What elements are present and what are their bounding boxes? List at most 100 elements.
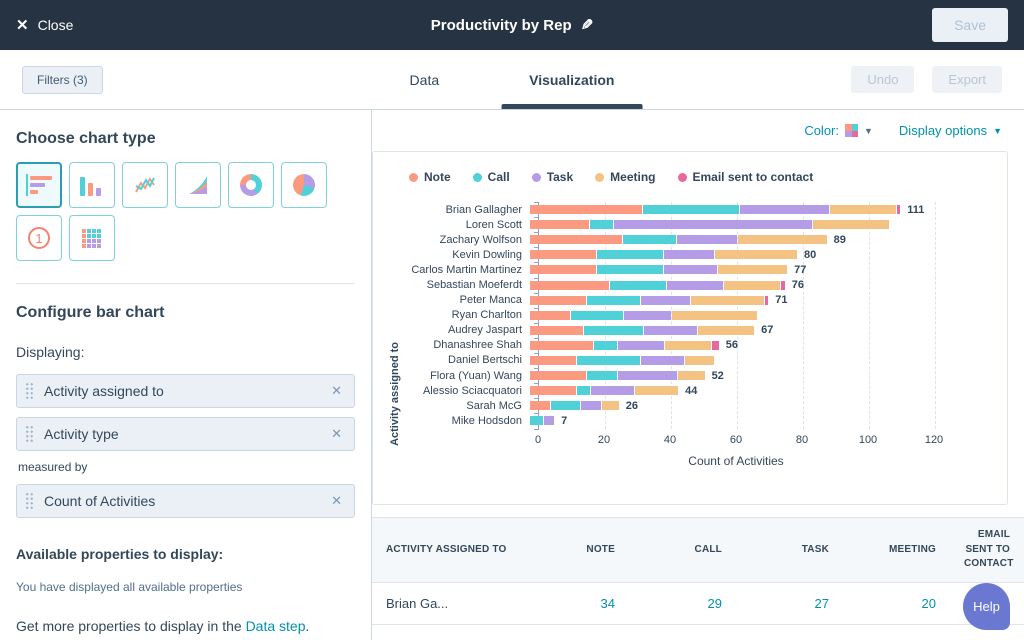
bar-segment-note[interactable]	[530, 386, 576, 395]
bar-segment-meeting[interactable]	[672, 311, 758, 320]
edit-pencil-icon[interactable]: ✎	[581, 16, 594, 34]
stacked-bar[interactable]	[530, 265, 787, 274]
stacked-bar[interactable]	[530, 250, 797, 259]
bar-segment-email-sent-to-contact[interactable]	[712, 341, 719, 350]
bar-segment-meeting[interactable]	[678, 371, 704, 380]
bar-segment-call[interactable]	[623, 235, 676, 244]
save-button[interactable]: Save	[932, 8, 1008, 42]
stacked-bar[interactable]	[530, 311, 757, 320]
bar-segment-email-sent-to-contact[interactable]	[781, 281, 784, 290]
chart-type-line[interactable]	[122, 162, 168, 208]
chart-type-pivot-table[interactable]	[69, 215, 115, 261]
close-button[interactable]: ✕ Close	[16, 16, 73, 34]
bar-segment-note[interactable]	[530, 250, 596, 259]
bar-segment-meeting[interactable]	[685, 356, 715, 365]
bar-segment-task[interactable]	[740, 205, 829, 214]
table-column-header[interactable]: Task	[736, 518, 843, 583]
remove-field-icon[interactable]: ✕	[331, 426, 342, 442]
field-count-of-activities[interactable]: Count of Activities ✕	[16, 484, 355, 518]
bar-segment-meeting[interactable]	[635, 386, 678, 395]
bar-segment-task[interactable]	[644, 326, 697, 335]
bar-segment-task[interactable]	[641, 356, 684, 365]
bar-segment-task[interactable]	[618, 341, 664, 350]
remove-field-icon[interactable]: ✕	[331, 493, 342, 509]
stacked-bar[interactable]	[530, 296, 768, 305]
table-column-header[interactable]: Call	[629, 518, 736, 583]
table-column-header[interactable]: Note	[522, 518, 629, 583]
legend-item[interactable]: Meeting	[595, 170, 655, 184]
bar-segment-call[interactable]	[597, 265, 663, 274]
help-button[interactable]: Help	[963, 583, 1010, 630]
bar-segment-email-sent-to-contact[interactable]	[765, 296, 768, 305]
bar-segment-task[interactable]	[664, 250, 714, 259]
bar-segment-note[interactable]	[530, 311, 570, 320]
drag-handle-icon[interactable]	[25, 492, 34, 510]
stacked-bar[interactable]	[530, 326, 754, 335]
bar-segment-call[interactable]	[590, 220, 613, 229]
table-cell-value[interactable]: 18	[522, 624, 629, 640]
bar-segment-call[interactable]	[587, 371, 617, 380]
bar-segment-meeting[interactable]	[830, 205, 896, 214]
table-cell-value[interactable]: 34	[522, 582, 629, 624]
bar-segment-note[interactable]	[530, 401, 550, 410]
bar-segment-task[interactable]	[677, 235, 736, 244]
stacked-bar[interactable]	[530, 401, 619, 410]
bar-segment-call[interactable]	[577, 356, 640, 365]
stacked-bar[interactable]	[530, 356, 714, 365]
drag-handle-icon[interactable]	[25, 382, 34, 400]
bar-segment-meeting[interactable]	[602, 401, 619, 410]
stacked-bar[interactable]	[530, 220, 889, 229]
table-column-header[interactable]: Email sent to contact	[950, 518, 1024, 583]
bar-segment-note[interactable]	[530, 371, 586, 380]
stacked-bar[interactable]	[530, 341, 719, 350]
bar-segment-task[interactable]	[667, 281, 723, 290]
bar-segment-note[interactable]	[530, 265, 596, 274]
bar-segment-meeting[interactable]	[698, 326, 754, 335]
table-cell-value[interactable]: 7	[629, 624, 736, 640]
export-button[interactable]: Export	[932, 66, 1002, 93]
table-column-header[interactable]: Activity assigned to	[372, 518, 522, 583]
bar-segment-meeting[interactable]	[715, 250, 798, 259]
bar-segment-call[interactable]	[597, 250, 663, 259]
bar-segment-note[interactable]	[530, 296, 586, 305]
bar-segment-task[interactable]	[614, 220, 812, 229]
bar-segment-task[interactable]	[581, 401, 601, 410]
bar-segment-meeting[interactable]	[691, 296, 764, 305]
chart-type-donut[interactable]	[228, 162, 274, 208]
chart-type-horizontal-bar[interactable]	[16, 162, 62, 208]
color-dropdown[interactable]: Color: ▼	[804, 123, 873, 138]
drag-handle-icon[interactable]	[25, 425, 34, 443]
bar-segment-call[interactable]	[577, 386, 590, 395]
table-cell-value[interactable]: 60	[736, 624, 843, 640]
legend-item[interactable]: Email sent to contact	[678, 170, 814, 184]
table-cell-value[interactable]: 20	[843, 582, 950, 624]
chart-type-vertical-bar[interactable]	[69, 162, 115, 208]
bar-segment-note[interactable]	[530, 281, 609, 290]
bar-segment-meeting[interactable]	[724, 281, 780, 290]
tab-visualization[interactable]: Visualization	[501, 50, 642, 109]
chart-type-area[interactable]	[175, 162, 221, 208]
field-activity-type[interactable]: Activity type ✕	[16, 417, 355, 451]
bar-segment-task[interactable]	[624, 311, 670, 320]
tab-data[interactable]: Data	[382, 50, 468, 109]
table-cell-value[interactable]: 27	[736, 582, 843, 624]
undo-button[interactable]: Undo	[851, 66, 914, 93]
bar-segment-task[interactable]	[664, 265, 717, 274]
bar-segment-call[interactable]	[584, 326, 643, 335]
bar-segment-call[interactable]	[571, 311, 624, 320]
stacked-bar[interactable]	[530, 281, 785, 290]
bar-segment-call[interactable]	[530, 416, 543, 425]
bar-segment-meeting[interactable]	[813, 220, 889, 229]
table-cell-value[interactable]: 23	[843, 624, 950, 640]
table-column-header[interactable]: Meeting	[843, 518, 950, 583]
bar-segment-email-sent-to-contact[interactable]	[897, 205, 900, 214]
chart-type-single-number[interactable]: 1	[16, 215, 62, 261]
bar-segment-task[interactable]	[544, 416, 554, 425]
field-activity-assigned-to[interactable]: Activity assigned to ✕	[16, 374, 355, 408]
stacked-bar[interactable]	[530, 371, 705, 380]
display-options-dropdown[interactable]: Display options ▼	[899, 123, 1002, 138]
legend-item[interactable]: Note	[409, 170, 451, 184]
bar-segment-note[interactable]	[530, 326, 583, 335]
bar-segment-meeting[interactable]	[665, 341, 711, 350]
legend-item[interactable]: Task	[532, 170, 573, 184]
